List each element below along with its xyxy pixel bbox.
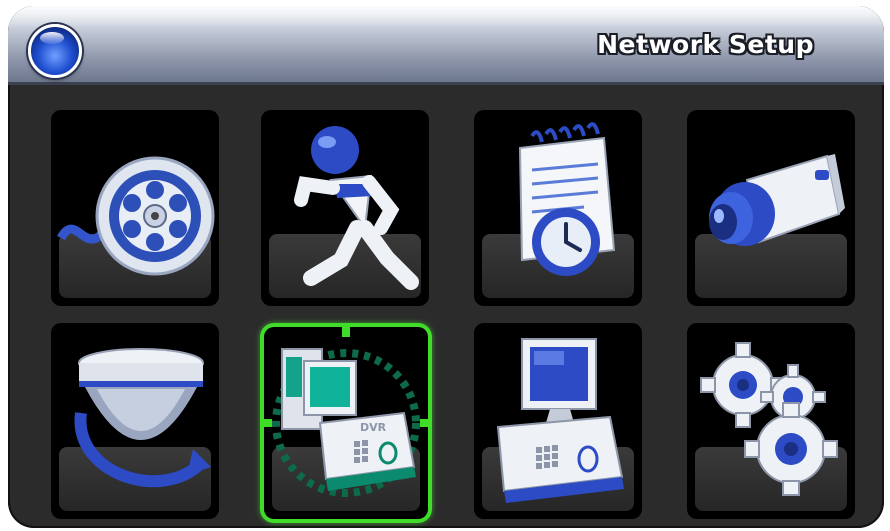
notepad-clock-icon <box>518 122 616 276</box>
blue-orb-icon[interactable] <box>28 24 82 78</box>
page-title: Network Setup <box>597 30 814 59</box>
dvr-label: DVR <box>360 421 387 434</box>
main-menu-window: Network Setup DVR <box>8 6 884 528</box>
computer-dvr-icon <box>496 338 624 503</box>
network-dvr-icon: DVR <box>264 327 428 497</box>
menu-item-system-settings[interactable] <box>687 323 855 519</box>
menu-item-network-setup[interactable]: DVR <box>264 327 428 519</box>
title-bar: Network Setup <box>8 6 884 85</box>
running-figure-icon <box>294 126 419 290</box>
gears-icon <box>700 342 838 496</box>
menu-item-camera[interactable] <box>687 110 855 306</box>
menu-item-device[interactable] <box>474 323 642 519</box>
film-reel-icon <box>57 156 215 276</box>
menu-item-ptz[interactable] <box>51 323 219 519</box>
menu-item-record[interactable] <box>51 110 219 306</box>
menu-item-motion[interactable] <box>261 110 429 306</box>
camera-icon <box>709 154 845 246</box>
dome-camera-rotate-icon <box>74 348 211 488</box>
menu-item-schedule[interactable] <box>474 110 642 306</box>
